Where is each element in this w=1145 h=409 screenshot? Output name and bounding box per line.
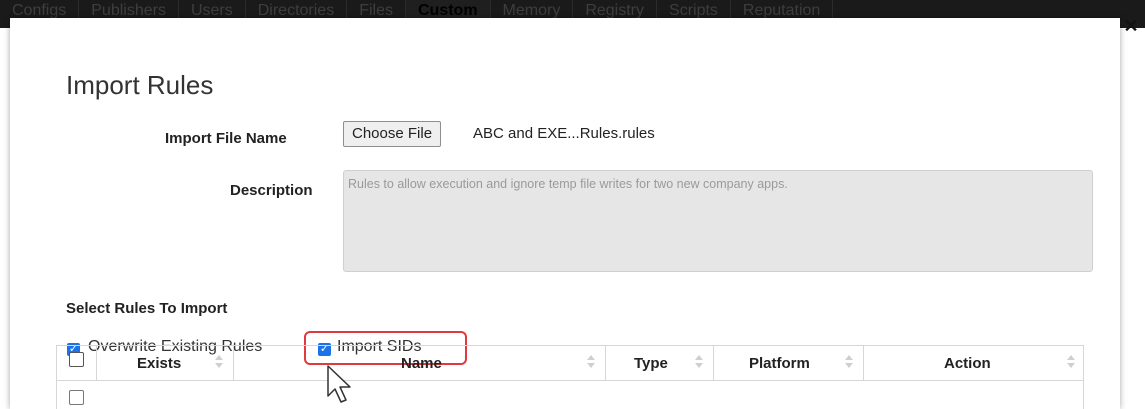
close-icon[interactable]: ✕ xyxy=(1123,17,1139,35)
rules-table: Exists Name Type Platform Action xyxy=(56,345,1084,409)
selected-file-name: ABC and EXE...Rules.rules xyxy=(473,125,655,142)
select-all-header xyxy=(57,346,97,380)
import-file-label: Import File Name xyxy=(165,130,287,147)
column-header-exists[interactable]: Exists xyxy=(97,346,234,380)
choose-file-button[interactable]: Choose File xyxy=(343,121,442,147)
column-header-type[interactable]: Type xyxy=(606,346,714,380)
sort-icon xyxy=(587,355,595,369)
select-rules-title: Select Rules To Import xyxy=(66,300,228,317)
row-select-checkbox[interactable] xyxy=(69,390,84,405)
column-header-action[interactable]: Action xyxy=(864,346,1085,380)
description-label: Description xyxy=(230,182,313,199)
description-field[interactable]: Rules to allow execution and ignore temp… xyxy=(343,170,1093,272)
sort-icon xyxy=(695,355,703,369)
mouse-cursor-icon xyxy=(327,365,351,403)
select-all-checkbox[interactable] xyxy=(69,352,84,367)
column-header-name[interactable]: Name xyxy=(234,346,606,380)
column-header-platform[interactable]: Platform xyxy=(714,346,864,380)
row-divider xyxy=(57,380,1083,381)
sort-icon xyxy=(1067,355,1075,369)
sort-icon xyxy=(845,355,853,369)
sort-icon xyxy=(215,355,223,369)
dialog-title: Import Rules xyxy=(66,70,214,100)
